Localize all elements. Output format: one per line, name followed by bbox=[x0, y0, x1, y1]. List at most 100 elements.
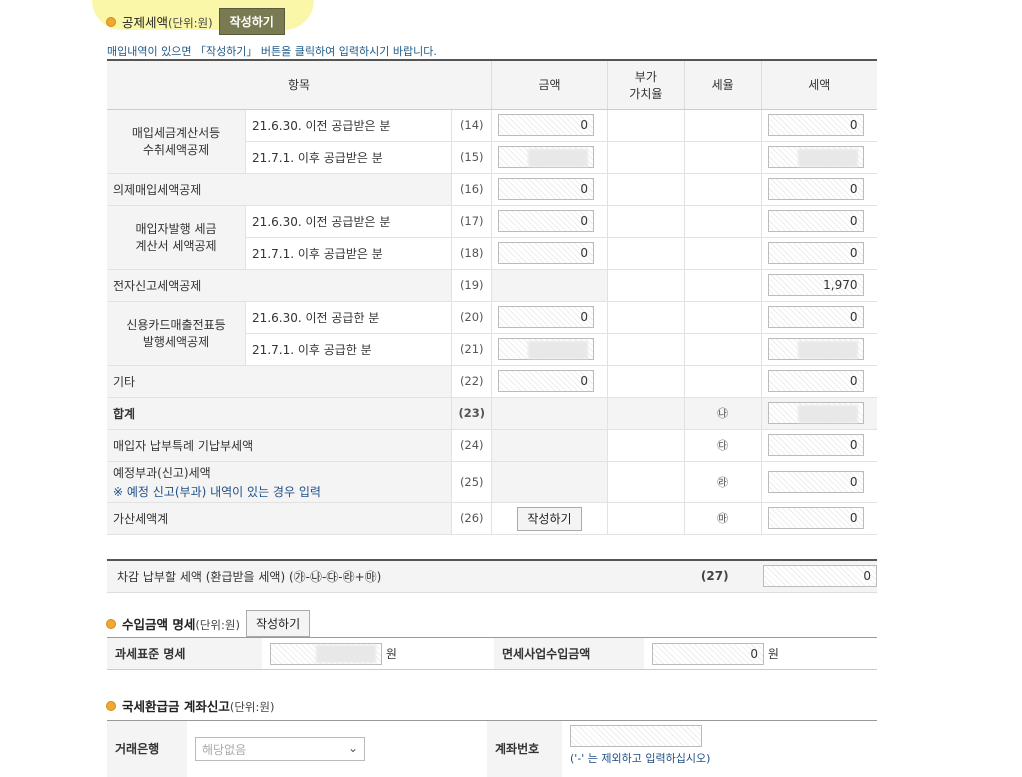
amount-input[interactable]: 0 bbox=[498, 306, 594, 328]
group-line2: 계산서 세액공제 bbox=[135, 239, 217, 253]
tax-input[interactable]: 0 bbox=[767, 370, 864, 392]
income-write-button[interactable]: 작성하기 bbox=[245, 610, 311, 637]
vat-rate-line1: 부가 bbox=[634, 69, 657, 84]
redacted-value bbox=[528, 148, 588, 167]
vat-cell bbox=[606, 301, 685, 334]
amount-input[interactable]: 0 bbox=[498, 178, 594, 200]
tax-input-redacted[interactable] bbox=[767, 146, 864, 168]
vat-cell bbox=[606, 333, 685, 366]
write-button[interactable]: 작성하기 bbox=[218, 8, 285, 35]
taxable-cell: 원 bbox=[262, 637, 494, 670]
amount-input[interactable]: 0 bbox=[498, 114, 594, 136]
col-amount: 금액 bbox=[491, 59, 608, 110]
tax-input[interactable]: 1,970 bbox=[767, 274, 864, 296]
write-penalty-button[interactable]: 작성하기 bbox=[517, 506, 582, 531]
taxable-input[interactable] bbox=[270, 642, 382, 665]
table-row: 합계 (23) ㉯ bbox=[107, 397, 877, 430]
refund-section-header: 국세환급금 계좌신고(단위:원) bbox=[106, 696, 274, 715]
vat-cell bbox=[606, 173, 685, 206]
bank-table: 거래은행 해당없음 ⌄ 계좌번호 ('-' 는 제외하고 입력하십시오) bbox=[107, 720, 877, 777]
deduction-table: 항목 금액 부가 가치율 세율 세액 매입세금계산서등 수취세액공제 21.6.30… bbox=[107, 59, 877, 535]
tax-input[interactable]: 0 bbox=[767, 114, 864, 136]
vat-cell bbox=[606, 502, 685, 535]
table-row: 기타 (22) 0 0 bbox=[107, 365, 877, 398]
income-table: 과세표준 명세 원 면세사업수입금액 0 원 bbox=[107, 637, 877, 670]
rate-cell bbox=[683, 237, 761, 270]
total-table: 차감 납부할 세액 (환급받을 세액) (㉮-㉯-㉰-㉱+㉲) (27) 0 bbox=[107, 559, 877, 593]
rate-cell: ㉯ bbox=[683, 397, 761, 430]
tax-input[interactable]: 0 bbox=[767, 242, 864, 264]
amount-input[interactable]: 0 bbox=[498, 210, 594, 232]
row-num: (20) bbox=[451, 301, 492, 334]
amount-cell bbox=[491, 429, 608, 462]
bank-label: 거래은행 bbox=[107, 720, 187, 777]
amount-cell: 0 bbox=[491, 109, 608, 142]
vat-rate-line2: 가치율 bbox=[629, 86, 663, 101]
rate-cell bbox=[683, 333, 761, 366]
row-label-text: 예정부과(신고)세액 bbox=[113, 465, 211, 480]
title-text: 수입금액 명세 bbox=[122, 617, 196, 632]
bank-select[interactable]: 해당없음 ⌄ bbox=[195, 736, 365, 761]
amount-cell: 0 bbox=[491, 205, 608, 238]
total-input[interactable]: 0 bbox=[763, 565, 877, 588]
tax-input[interactable]: 0 bbox=[767, 507, 864, 529]
table-row: 매입자발행 세금 계산서 세액공제 21.6.30. 이전 공급받은 분 (17)… bbox=[107, 205, 877, 270]
vat-cell bbox=[606, 461, 685, 503]
row-num: (23) bbox=[451, 397, 492, 430]
account-input[interactable] bbox=[570, 725, 702, 747]
amount-cell bbox=[491, 397, 608, 430]
account-label: 계좌번호 bbox=[487, 720, 562, 777]
chevron-down-icon: ⌄ bbox=[347, 740, 358, 755]
row-label: 21.6.30. 이전 공급받은 분 bbox=[245, 205, 452, 238]
title-text: 국세환급금 계좌신고 bbox=[122, 699, 230, 714]
bullet-icon bbox=[106, 16, 116, 27]
amount-input[interactable]: 0 bbox=[498, 242, 594, 264]
tax-cell: 0 bbox=[760, 502, 877, 535]
vat-cell bbox=[606, 237, 685, 270]
table-row: 매입자 납부특례 기납부세액 (24) ㉰ 0 bbox=[107, 429, 877, 462]
total-row: 차감 납부할 세액 (환급받을 세액) (㉮-㉯-㉰-㉱+㉲) (27) 0 bbox=[107, 560, 877, 593]
tax-input[interactable]: 0 bbox=[767, 470, 864, 493]
row-num: (24) bbox=[451, 429, 492, 462]
table-row: 매입세금계산서등 수취세액공제 21.6.30. 이전 공급받은 분 (14) 0… bbox=[107, 109, 877, 174]
exempt-input[interactable]: 0 bbox=[652, 642, 764, 665]
income-section-header: 수입금액 명세(단위:원) 작성하기 bbox=[106, 610, 311, 637]
deduction-section-header: 공제세액(단위:원) 작성하기 bbox=[106, 8, 285, 35]
section-title: 공제세액(단위:원) bbox=[122, 12, 213, 31]
tax-input-redacted[interactable] bbox=[767, 402, 864, 424]
account-hint: ('-' 는 제외하고 입력하십시오) bbox=[570, 752, 711, 765]
vat-cell bbox=[606, 365, 685, 398]
tax-input-redacted[interactable] bbox=[767, 338, 864, 360]
tax-input[interactable]: 0 bbox=[767, 434, 864, 456]
tax-input[interactable]: 0 bbox=[767, 178, 864, 200]
amount-cell bbox=[491, 141, 608, 174]
table-row: 예정부과(신고)세액 ※ 예정 신고(부과) 내역이 있는 경우 입력 (25) … bbox=[107, 461, 877, 503]
group-line1: 매입세금계산서등 bbox=[131, 126, 221, 140]
amount-input-redacted[interactable] bbox=[498, 146, 594, 168]
tax-cell bbox=[760, 333, 877, 366]
tax-cell: 0 bbox=[760, 365, 877, 398]
group-line2: 발행세액공제 bbox=[142, 335, 210, 349]
row-num: (15) bbox=[451, 141, 492, 174]
tax-cell: 0 bbox=[760, 429, 877, 462]
amount-input[interactable]: 0 bbox=[498, 370, 594, 392]
rate-cell bbox=[683, 269, 761, 302]
amount-cell bbox=[491, 333, 608, 366]
vat-cell bbox=[606, 397, 685, 430]
vat-cell bbox=[606, 141, 685, 174]
notice-text: 매입내역이 있으면 「작성하기」 버튼을 클릭하여 입력하시기 바랍니다. bbox=[107, 45, 437, 58]
tax-input[interactable]: 0 bbox=[767, 210, 864, 232]
row-num: (26) bbox=[451, 502, 492, 535]
unit-text: (단위:원) bbox=[195, 618, 240, 632]
col-item: 항목 bbox=[107, 59, 492, 110]
tax-input[interactable]: 0 bbox=[767, 306, 864, 328]
amount-input-redacted[interactable] bbox=[498, 338, 594, 360]
bank-row: 거래은행 해당없음 ⌄ 계좌번호 ('-' 는 제외하고 입력하십시오) bbox=[107, 720, 877, 777]
tax-cell: 1,970 bbox=[760, 269, 877, 302]
rate-cell: ㉲ bbox=[683, 502, 761, 535]
row-num: (19) bbox=[451, 269, 492, 302]
row-label: 21.6.30. 이전 공급받은 분 bbox=[245, 109, 452, 142]
amount-cell: 0 bbox=[491, 365, 608, 398]
tax-cell: 0 bbox=[760, 461, 877, 503]
unit-text: (단위:원) bbox=[168, 16, 213, 30]
